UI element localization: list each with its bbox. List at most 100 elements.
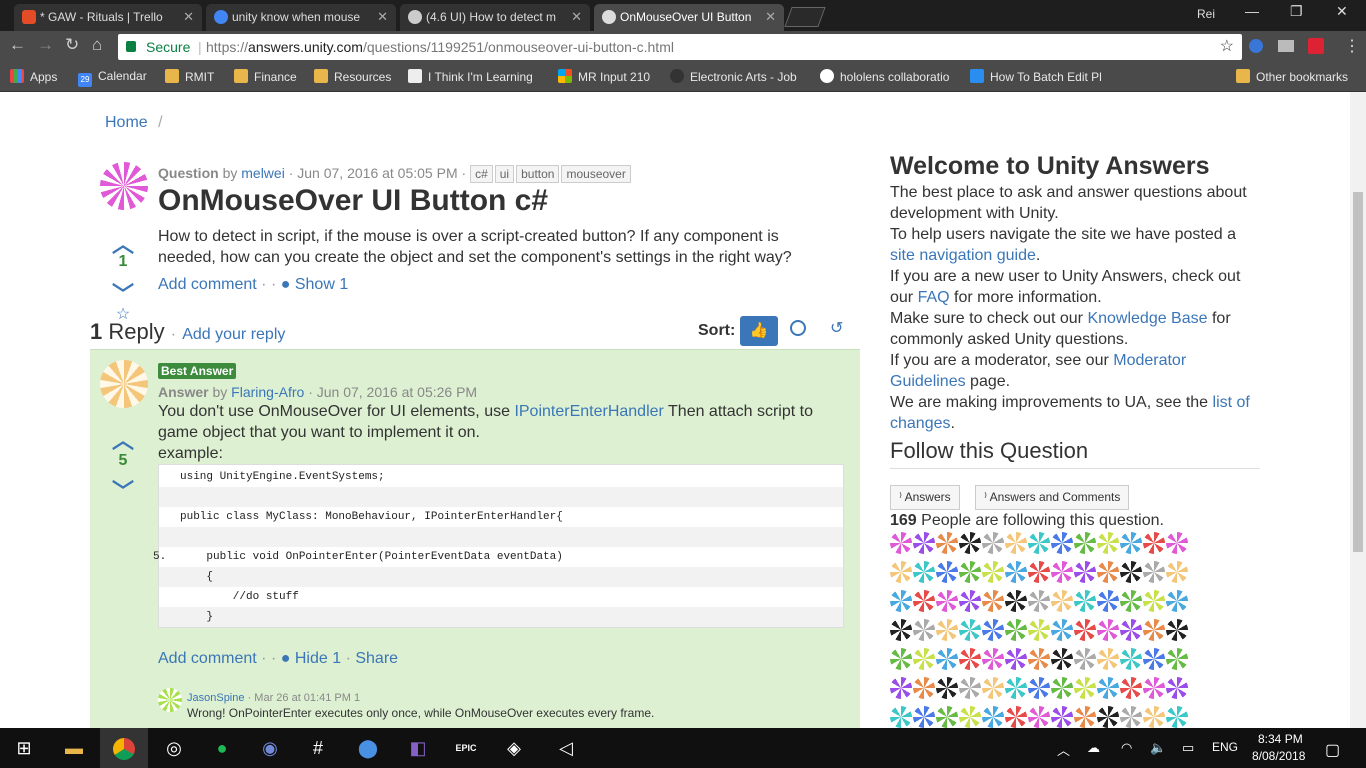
- follower-avatar[interactable]: [982, 561, 1004, 583]
- follower-avatar[interactable]: [1005, 561, 1027, 583]
- follower-avatar[interactable]: [1051, 532, 1073, 554]
- visual-studio-icon[interactable]: ◧: [394, 728, 442, 768]
- follower-avatar[interactable]: [1166, 648, 1188, 670]
- bookmark-other[interactable]: Other bookmarks: [1236, 69, 1348, 84]
- bookmark-mr-input[interactable]: MR Input 210: [558, 69, 650, 84]
- language-indicator[interactable]: ENG: [1212, 740, 1238, 754]
- follower-avatar[interactable]: [1051, 590, 1073, 612]
- obs-icon[interactable]: ◎: [150, 728, 198, 768]
- follower-avatar[interactable]: [1051, 561, 1073, 583]
- new-tab-button[interactable]: [784, 7, 826, 27]
- follower-avatar[interactable]: [959, 590, 981, 612]
- clock-time[interactable]: 8:34 PM: [1258, 732, 1303, 746]
- add-comment-link[interactable]: Add comment: [158, 650, 257, 667]
- follower-avatar[interactable]: [1074, 648, 1096, 670]
- avatar[interactable]: [100, 162, 148, 210]
- follower-avatar[interactable]: [1028, 648, 1050, 670]
- follower-avatar[interactable]: [913, 706, 935, 728]
- bookmark-hololens[interactable]: hololens collaboratio: [820, 69, 956, 84]
- follower-avatar[interactable]: [1074, 706, 1096, 728]
- follower-avatar[interactable]: [1028, 561, 1050, 583]
- follower-avatar[interactable]: [1120, 677, 1142, 699]
- follower-avatar[interactable]: [982, 648, 1004, 670]
- follower-avatar[interactable]: [1143, 532, 1165, 554]
- follower-avatar[interactable]: [1097, 648, 1119, 670]
- avatar[interactable]: [100, 360, 148, 408]
- add-reply-link[interactable]: Add your reply: [182, 326, 285, 343]
- close-tab-icon[interactable]: ✕: [377, 4, 388, 30]
- follower-avatar[interactable]: [913, 619, 935, 641]
- follow-answers-comments-button[interactable]: ⁾ Answers and Comments: [975, 485, 1130, 510]
- tag-csharp[interactable]: c#: [470, 165, 493, 183]
- bookmark-apps[interactable]: Apps: [10, 69, 57, 84]
- follower-avatar[interactable]: [890, 619, 912, 641]
- scrollbar-thumb[interactable]: [1353, 192, 1363, 552]
- follower-avatar[interactable]: [913, 590, 935, 612]
- follower-avatar[interactable]: [1097, 619, 1119, 641]
- maps-pin-icon[interactable]: ⬤: [344, 728, 392, 768]
- follower-avatar[interactable]: [959, 706, 981, 728]
- follower-avatar[interactable]: [1120, 561, 1142, 583]
- follower-avatar[interactable]: [936, 648, 958, 670]
- tag-mouseover[interactable]: mouseover: [561, 165, 631, 183]
- bookmark-calendar[interactable]: 29 Calendar: [78, 69, 147, 87]
- start-windows-icon[interactable]: ⊞: [0, 728, 48, 768]
- follower-avatar[interactable]: [890, 677, 912, 699]
- clock-date[interactable]: 8/08/2018: [1252, 749, 1305, 763]
- add-comment-link[interactable]: Add comment: [158, 276, 257, 293]
- follower-avatar[interactable]: [1028, 677, 1050, 699]
- follower-avatar[interactable]: [982, 619, 1004, 641]
- bookmark-batch-edit[interactable]: How To Batch Edit Pl: [970, 69, 1108, 84]
- follower-avatar[interactable]: [1051, 619, 1073, 641]
- follower-avatar[interactable]: [1097, 590, 1119, 612]
- knowledge-base-link[interactable]: Knowledge Base: [1087, 310, 1207, 327]
- tag-ui[interactable]: ui: [494, 165, 515, 183]
- follower-avatar[interactable]: [913, 561, 935, 583]
- follower-avatar[interactable]: [913, 648, 935, 670]
- battery-icon[interactable]: ▭: [1182, 740, 1194, 756]
- follower-avatar[interactable]: [982, 532, 1004, 554]
- comment-author-link[interactable]: JasonSpine: [187, 692, 245, 704]
- reload-icon[interactable]: ↻: [65, 35, 79, 55]
- follower-avatar[interactable]: [1005, 677, 1027, 699]
- follower-avatar[interactable]: [913, 677, 935, 699]
- follower-avatar[interactable]: [1005, 590, 1027, 612]
- follower-avatar[interactable]: [1051, 677, 1073, 699]
- chrome-icon[interactable]: [100, 728, 148, 768]
- follower-avatar[interactable]: [890, 532, 912, 554]
- follower-avatar[interactable]: [959, 561, 981, 583]
- follower-avatar[interactable]: [913, 532, 935, 554]
- follower-avatar[interactable]: [1074, 619, 1096, 641]
- page-scrollbar[interactable]: [1350, 92, 1366, 728]
- downvote-arrow-icon[interactable]: ﹀: [108, 474, 138, 506]
- follower-avatar[interactable]: [982, 590, 1004, 612]
- follower-avatar[interactable]: [1028, 619, 1050, 641]
- file-explorer-icon[interactable]: ▬: [50, 728, 98, 768]
- follower-avatar[interactable]: [1166, 590, 1188, 612]
- follower-avatar[interactable]: [1074, 590, 1096, 612]
- follower-avatar[interactable]: [936, 706, 958, 728]
- discord-icon[interactable]: ◉: [246, 728, 294, 768]
- follower-avatar[interactable]: [1120, 619, 1142, 641]
- follower-avatar[interactable]: [1005, 619, 1027, 641]
- follower-avatar[interactable]: [1143, 706, 1165, 728]
- follower-avatar[interactable]: [1166, 532, 1188, 554]
- follower-avatar[interactable]: [1143, 648, 1165, 670]
- mail-extension-icon[interactable]: [1278, 40, 1294, 52]
- bookmark-ea[interactable]: Electronic Arts - Job: [670, 69, 806, 84]
- follower-avatar[interactable]: [1166, 706, 1188, 728]
- upvote-arrow-icon[interactable]: ︿: [108, 423, 138, 455]
- hide-comments-link[interactable]: Hide 1: [295, 650, 341, 667]
- follower-avatar[interactable]: [1097, 677, 1119, 699]
- show-comments-link[interactable]: Show 1: [295, 276, 348, 293]
- minimize-icon[interactable]: —: [1245, 3, 1259, 19]
- chevron-up-icon[interactable]: ︿: [1057, 740, 1070, 759]
- slack-icon[interactable]: #: [294, 728, 342, 768]
- bookmark-resources[interactable]: Resources: [314, 69, 391, 84]
- cloud-icon[interactable]: ☁: [1087, 740, 1100, 756]
- tab-google-search[interactable]: unity know when mouse ✕: [206, 4, 396, 31]
- menu-kebab-icon[interactable]: ⋮: [1344, 36, 1360, 56]
- faq-link[interactable]: FAQ: [918, 289, 950, 306]
- follower-avatar[interactable]: [890, 648, 912, 670]
- follower-avatar[interactable]: [1051, 706, 1073, 728]
